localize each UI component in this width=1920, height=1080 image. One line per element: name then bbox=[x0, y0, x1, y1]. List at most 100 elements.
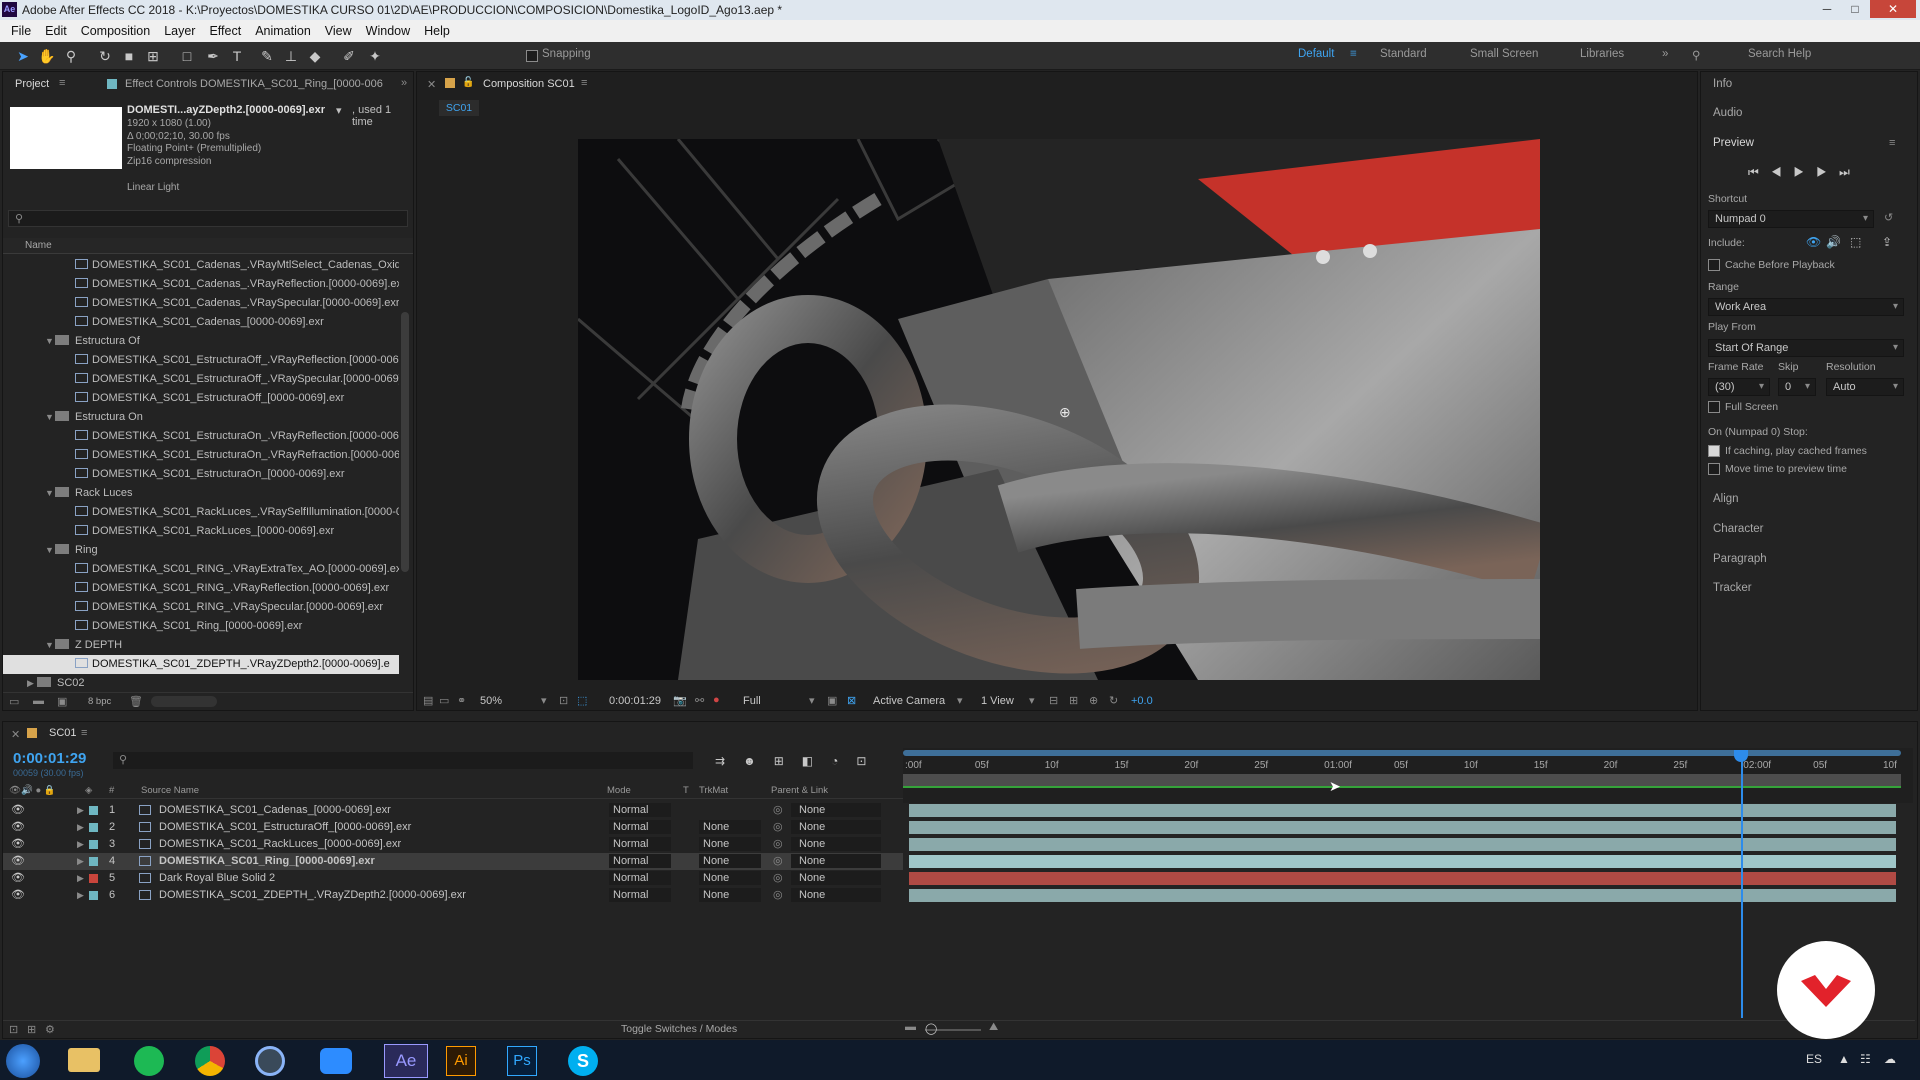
project-folder[interactable]: ▶ SC02 bbox=[3, 674, 399, 688]
illustrator-icon[interactable]: Ai bbox=[446, 1046, 476, 1076]
explorer-icon[interactable] bbox=[68, 1048, 100, 1072]
preview-menu-icon[interactable]: ≡ bbox=[1889, 137, 1895, 149]
menu-edit[interactable]: Edit bbox=[38, 20, 74, 42]
timeline-current-time[interactable]: 0:00:01:29 bbox=[13, 750, 86, 767]
project-item[interactable]: DOMESTIKA_SC01_RackLuces_[0000-0069].exr bbox=[3, 522, 399, 541]
expand-triangle-icon[interactable]: ▼ bbox=[45, 332, 55, 351]
3d-view-icon[interactable]: ⊞ bbox=[1069, 694, 1078, 707]
project-item[interactable]: DOMESTIKA_SC01_RING_.VRayReflection.[000… bbox=[3, 579, 399, 598]
skip-dropdown[interactable]: 0 bbox=[1778, 378, 1816, 396]
zoom-handle-icon[interactable]: ◯ bbox=[925, 1022, 937, 1035]
pan-behind-tool-icon[interactable]: ⊞ bbox=[144, 47, 162, 65]
transfer-controls-icon[interactable]: ⊞ bbox=[27, 1023, 36, 1036]
photoshop-icon[interactable]: Ps bbox=[507, 1046, 537, 1076]
next-frame-icon[interactable]: ▶ bbox=[1816, 165, 1839, 179]
layer-duration-bar[interactable] bbox=[909, 821, 1896, 834]
panel-menu-icon[interactable]: ≡ bbox=[59, 77, 65, 89]
panel-menu-icon[interactable]: ≡ bbox=[581, 77, 587, 89]
tray-arrow-icon[interactable]: ▲ bbox=[1838, 1052, 1850, 1066]
more-workspaces-icon[interactable]: » bbox=[1662, 48, 1668, 60]
character-panel-header[interactable]: Character bbox=[1713, 523, 1764, 535]
start-button-icon[interactable] bbox=[6, 1044, 40, 1078]
include-overlays-icon[interactable]: ⬚ bbox=[1850, 235, 1861, 249]
new-folder-icon[interactable]: ▬ bbox=[33, 695, 44, 707]
audio-panel-header[interactable]: Audio bbox=[1713, 107, 1742, 119]
mask-visibility-icon[interactable]: ⚭ bbox=[457, 694, 466, 707]
spotify-icon[interactable] bbox=[134, 1046, 164, 1076]
timeline-search-input[interactable]: ⚲ bbox=[113, 752, 693, 769]
color-channel-icon[interactable]: ● bbox=[713, 694, 720, 706]
cloud-icon[interactable]: ☁ bbox=[1884, 1052, 1896, 1066]
lock-icon[interactable]: 🔓 bbox=[462, 77, 474, 88]
workspace-small-screen[interactable]: Small Screen bbox=[1470, 48, 1538, 60]
expand-triangle-icon[interactable]: ▼ bbox=[45, 408, 55, 427]
first-frame-icon[interactable]: ⏮ bbox=[1748, 165, 1771, 179]
monitor-icon[interactable]: ▭ bbox=[439, 694, 449, 707]
motion-blur-icon[interactable]: ◧ bbox=[802, 754, 831, 768]
project-item[interactable]: DOMESTIKA_SC01_Cadenas_.VRaySpecular.[00… bbox=[3, 294, 399, 313]
project-item[interactable]: DOMESTIKA_SC01_Cadenas_.VRayReflection.[… bbox=[3, 275, 399, 294]
resolution-dropdown[interactable]: Auto bbox=[1826, 378, 1904, 396]
tab-project[interactable]: Project bbox=[15, 78, 49, 90]
workspace-standard[interactable]: Standard bbox=[1380, 48, 1427, 60]
tab-timeline-sc01[interactable]: SC01 bbox=[49, 727, 77, 739]
align-panel-header[interactable]: Align bbox=[1713, 493, 1739, 505]
graph-icon[interactable]: ⊡ bbox=[856, 754, 884, 768]
include-audio-icon[interactable]: 🔊 bbox=[1826, 235, 1841, 249]
column-source-name[interactable]: Source Name bbox=[141, 785, 199, 796]
info-panel-header[interactable]: Info bbox=[1713, 78, 1732, 90]
magnification-dropdown[interactable]: 50% bbox=[480, 695, 502, 707]
project-item[interactable]: DOMESTIKA_SC01_EstructuraOff_[0000-0069]… bbox=[3, 389, 399, 408]
toggle-pixel-aspect-icon[interactable]: ⊟ bbox=[1049, 694, 1058, 707]
interpret-footage-icon[interactable]: ▭ bbox=[9, 695, 19, 708]
workspace-menu-icon[interactable]: ≡ bbox=[1350, 48, 1357, 60]
layer-switches-icon[interactable]: ⊡ bbox=[9, 1023, 18, 1036]
tab-composition[interactable]: Composition SC01 bbox=[483, 78, 575, 90]
fit-icon[interactable]: ⊡ bbox=[559, 694, 568, 707]
draft-3d-icon[interactable]: ⇉ bbox=[715, 754, 743, 768]
always-preview-icon[interactable]: ▤ bbox=[423, 694, 433, 707]
include-video-icon[interactable]: 👁 bbox=[1806, 235, 1821, 249]
search-help-input[interactable]: Search Help bbox=[1748, 48, 1811, 60]
comp-viewer[interactable]: ⊕ bbox=[578, 139, 1540, 680]
transparency-grid-icon[interactable]: ⊠ bbox=[847, 694, 856, 707]
expand-triangle-icon[interactable]: ▼ bbox=[45, 541, 55, 560]
zoom-out-icon[interactable]: ▬ bbox=[905, 1021, 916, 1033]
delete-icon[interactable]: 🗑 bbox=[129, 695, 143, 708]
if-caching-checkbox[interactable] bbox=[1708, 445, 1720, 457]
layer-duration-bar[interactable] bbox=[909, 838, 1896, 851]
work-area-bar[interactable] bbox=[903, 750, 1901, 756]
column-mode[interactable]: Mode bbox=[607, 785, 631, 796]
camera-dropdown[interactable]: Active Camera bbox=[873, 695, 945, 707]
project-item[interactable]: DOMESTIKA_SC01_ZDEPTH_.VRayZDepth2.[0000… bbox=[3, 655, 399, 674]
selection-tool-icon[interactable]: ➤ bbox=[14, 47, 32, 65]
full-screen-checkbox[interactable] bbox=[1708, 401, 1720, 413]
frame-rate-dropdown[interactable]: (30) bbox=[1708, 378, 1770, 396]
project-folder[interactable]: ▼ Z DEPTH bbox=[3, 636, 399, 655]
layer-duration-bar[interactable] bbox=[909, 855, 1896, 868]
rotate-tool-icon[interactable]: ↻ bbox=[96, 47, 114, 65]
prev-frame-icon[interactable]: ◀ bbox=[1771, 165, 1794, 179]
comp-current-time[interactable]: 0:00:01:29 bbox=[609, 695, 661, 707]
cache-before-checkbox[interactable] bbox=[1708, 259, 1720, 271]
toggle-switches-modes[interactable]: Toggle Switches / Modes bbox=[621, 1023, 737, 1035]
timeline-menu-icon[interactable]: ≡ bbox=[81, 727, 87, 739]
project-search-input[interactable]: ⚲ bbox=[8, 210, 408, 227]
range-dropdown[interactable]: Work Area bbox=[1708, 298, 1904, 316]
menu-view[interactable]: View bbox=[318, 20, 359, 42]
comp-flowchart-icon[interactable]: ⊕ bbox=[1089, 694, 1098, 707]
column-parent[interactable]: Parent & Link bbox=[771, 785, 828, 796]
tracker-panel-header[interactable]: Tracker bbox=[1713, 582, 1752, 594]
expand-triangle-icon[interactable]: ▼ bbox=[45, 484, 55, 503]
in-out-icon[interactable]: ⚙ bbox=[45, 1023, 55, 1036]
expand-triangle-icon[interactable]: ▼ bbox=[45, 636, 55, 655]
project-item[interactable]: DOMESTIKA_SC01_EstructuraOff_.VRaySpecul… bbox=[3, 370, 399, 389]
preview-panel-header[interactable]: Preview bbox=[1713, 137, 1754, 149]
snapping-checkbox[interactable] bbox=[526, 50, 538, 62]
frame-blend-icon[interactable]: ⊞ bbox=[774, 754, 802, 768]
close-button[interactable]: ✕ bbox=[1870, 0, 1916, 18]
project-item[interactable]: DOMESTIKA_SC01_RackLuces_.VRaySelfIllumi… bbox=[3, 503, 399, 522]
shy-icon[interactable]: ☻ bbox=[743, 754, 774, 768]
network-icon[interactable]: ☷ bbox=[1860, 1052, 1871, 1066]
last-frame-icon[interactable]: ⏭ bbox=[1839, 165, 1862, 179]
